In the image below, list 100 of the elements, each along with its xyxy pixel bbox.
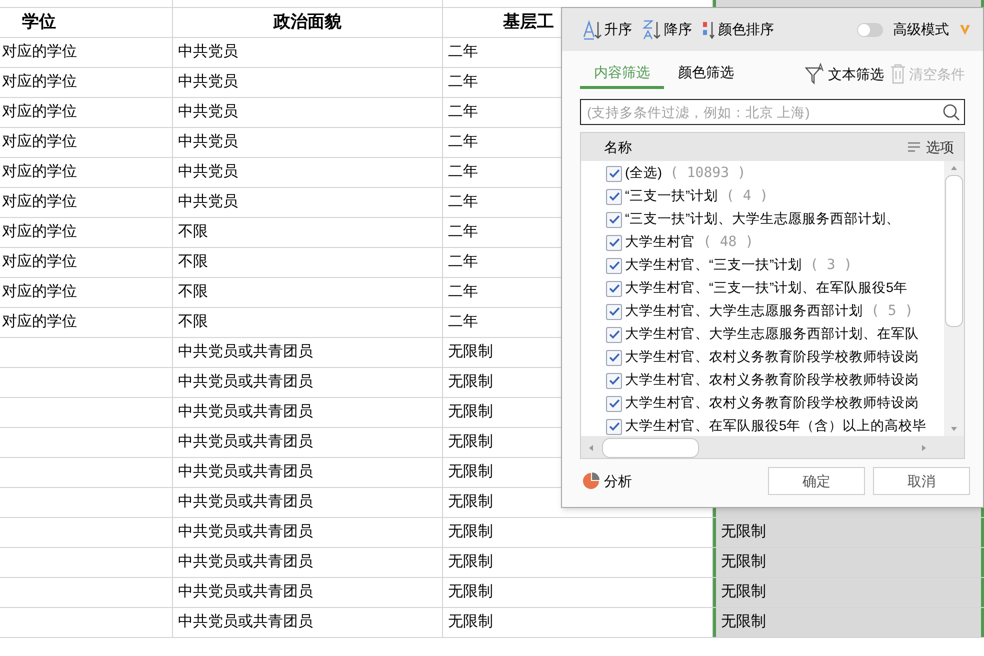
table-cell-text: 无限制 xyxy=(448,402,493,422)
table-cell-text: 二年 xyxy=(448,72,478,92)
table-cell-text: 二年 xyxy=(448,132,478,152)
table-cell-text: 中共党员或共青团员 xyxy=(178,552,313,572)
table-cell-text: 无限制 xyxy=(448,342,493,362)
table-cell-text: 中共党员或共青团员 xyxy=(178,522,313,542)
checkbox[interactable] xyxy=(606,280,622,296)
option-label: 大学生村官 xyxy=(625,233,695,252)
checkbox[interactable] xyxy=(606,396,622,412)
table-cell-text: 对应的学位 xyxy=(2,132,77,152)
checkbox[interactable] xyxy=(606,188,622,204)
filter-icon xyxy=(805,63,825,85)
checkbox[interactable] xyxy=(606,212,622,228)
table-cell-text: 不限 xyxy=(178,282,208,302)
advanced-mode-label: 高级模式 xyxy=(893,20,949,39)
table-cell-text: 二年 xyxy=(448,222,478,242)
selected-cell[interactable]: 无限制 xyxy=(713,578,984,607)
table-cell-text: 对应的学位 xyxy=(2,192,77,212)
dialog-button[interactable]: 确定 xyxy=(768,467,865,495)
option-label: 大学生村官、大学生志愿服务西部计划、在军队 xyxy=(625,325,919,344)
selected-cell[interactable]: 无限制 xyxy=(713,608,984,637)
option-count: ( 48 ) xyxy=(703,233,754,252)
table-cell-text: 无限制 xyxy=(448,372,493,392)
search-icon xyxy=(942,103,960,121)
table-cell-text: 无限制 xyxy=(448,432,493,452)
search-field[interactable]: (支持多条件过滤，例如：北京 上海) xyxy=(580,99,965,125)
table-cell-text: 无限制 xyxy=(448,552,493,572)
table-cell-text: 中共党员 xyxy=(178,102,238,122)
table-cell-text: 中共党员 xyxy=(178,42,238,62)
option-label: 大学生村官、“三支一扶”计划、在军队服役5年 xyxy=(625,279,908,298)
checkbox[interactable] xyxy=(606,234,622,250)
options-button[interactable]: 选项 xyxy=(908,136,954,158)
table-cell-text: 中共党员或共青团员 xyxy=(178,372,313,392)
table-cell-text: 中共党员 xyxy=(178,162,238,182)
sort-button[interactable]: 升序 xyxy=(582,18,632,40)
table-cell-text: 无限制 xyxy=(448,582,493,602)
table-cell-text: 中共党员或共青团员 xyxy=(178,432,313,452)
option-count: ( 3 ) xyxy=(810,256,852,275)
trash-icon xyxy=(890,64,906,84)
selected-cell[interactable]: 无限制 xyxy=(713,548,984,577)
option-label: (全选) xyxy=(625,164,662,182)
checkbox[interactable] xyxy=(606,326,622,342)
table-cell-text: 中共党员或共青团员 xyxy=(178,492,313,512)
table-cell-text: 二年 xyxy=(448,192,478,212)
checkbox[interactable] xyxy=(606,304,622,320)
column-header[interactable]: 基层工 xyxy=(503,10,554,36)
list-header: 名称 xyxy=(604,138,632,156)
checkbox[interactable] xyxy=(606,418,622,434)
table-cell-text: 不限 xyxy=(178,312,208,332)
selected-cell[interactable]: 无限制 xyxy=(713,518,984,547)
table-cell-text: 无限制 xyxy=(448,462,493,482)
filter-tab[interactable]: 颜色筛选 xyxy=(664,59,748,89)
option-label: 大学生村官、农村义务教育阶段学校教师特设岗 xyxy=(625,371,919,390)
table-cell-text: 中共党员或共青团员 xyxy=(178,462,313,482)
column-header[interactable]: 政治面貌 xyxy=(274,10,342,36)
checkbox[interactable] xyxy=(606,166,622,182)
sort-button[interactable]: 颜色排序 xyxy=(702,18,774,40)
table-cell-text: 对应的学位 xyxy=(2,312,77,332)
table-cell-text: 二年 xyxy=(448,252,478,272)
v-badge-icon xyxy=(959,24,971,36)
table-cell-text: 对应的学位 xyxy=(2,222,77,242)
table-cell-text: 中共党员或共青团员 xyxy=(178,582,313,602)
table-cell-text: 对应的学位 xyxy=(2,162,77,182)
table-cell-text: 二年 xyxy=(448,282,478,302)
sort-descending-icon xyxy=(642,18,662,40)
table-cell-text: 中共党员或共青团员 xyxy=(178,402,313,422)
analyze-button[interactable]: 分析 xyxy=(582,470,632,492)
table-cell-text: 对应的学位 xyxy=(2,282,77,302)
option-label: 大学生村官、在军队服役5年（含）以上的高校毕 xyxy=(625,417,927,436)
table-cell-text: 无限制 xyxy=(448,492,493,512)
checkbox[interactable] xyxy=(606,350,622,366)
checkbox[interactable] xyxy=(606,372,622,388)
option-count: ( 4 ) xyxy=(726,187,768,206)
toggle-switch[interactable] xyxy=(857,22,883,36)
table-cell-text: 中共党员 xyxy=(178,192,238,212)
dialog-button[interactable]: 取消 xyxy=(873,467,970,495)
table-cell-text: 中共党员或共青团员 xyxy=(178,342,313,362)
table-cell-text: 中共党员或共青团员 xyxy=(178,612,313,632)
table-cell-text: 对应的学位 xyxy=(2,252,77,272)
checkbox[interactable] xyxy=(606,258,622,274)
column-header[interactable]: 学位 xyxy=(22,10,56,36)
table-cell-text: 不限 xyxy=(178,252,208,272)
table-cell-text: 二年 xyxy=(448,102,478,122)
option-label: “三支一扶”计划、大学生志愿服务西部计划、 xyxy=(625,210,900,228)
option-label: 大学生村官、大学生志愿服务西部计划 xyxy=(625,302,863,320)
option-label: 大学生村官、农村义务教育阶段学校教师特设岗 xyxy=(625,348,919,366)
sort-button[interactable]: 降序 xyxy=(642,18,692,40)
table-cell-text: 对应的学位 xyxy=(2,72,77,92)
option-count: ( 10893 ) xyxy=(670,164,746,183)
table-cell-text: 不限 xyxy=(178,222,208,242)
table-cell-text: 无限制 xyxy=(448,522,493,542)
pie-chart-icon xyxy=(582,472,600,490)
selected-cell[interactable] xyxy=(713,0,984,7)
option-label: 大学生村官、农村义务教育阶段学校教师特设岗 xyxy=(625,394,919,412)
table-cell-text: 对应的学位 xyxy=(2,102,77,122)
table-cell-text: 二年 xyxy=(448,42,478,62)
text-filter-button[interactable]: 文本筛选 xyxy=(805,59,884,89)
options-icon xyxy=(908,142,920,152)
option-label: “三支一扶”计划 xyxy=(625,187,718,206)
table-cell-text: 对应的学位 xyxy=(2,42,77,62)
